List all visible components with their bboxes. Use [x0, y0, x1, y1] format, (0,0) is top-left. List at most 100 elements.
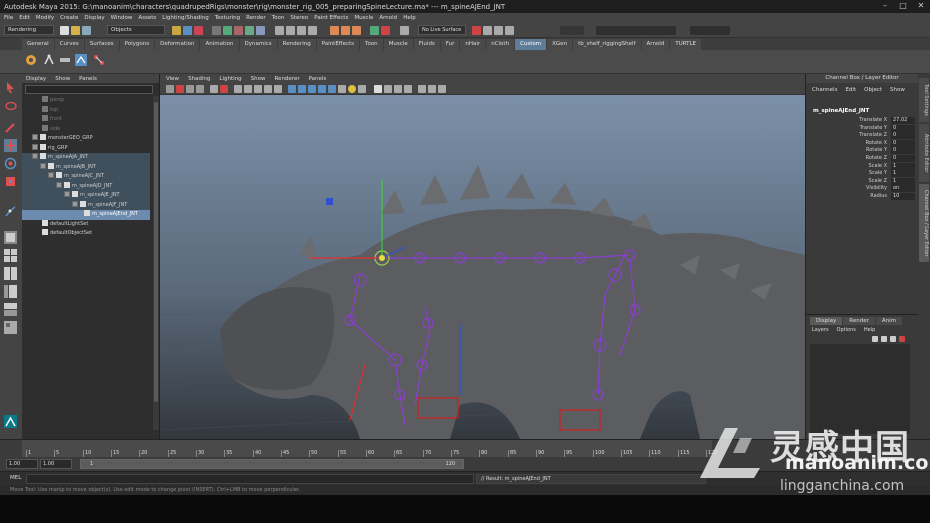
outliner-search-input[interactable]: [25, 85, 153, 94]
outliner-menu-panels[interactable]: Panels: [79, 76, 97, 82]
shadows-icon[interactable]: [338, 85, 346, 93]
soft-select-icon[interactable]: [483, 26, 492, 35]
collapse-icon[interactable]: [72, 200, 78, 207]
camera-attributes-icon[interactable]: [176, 85, 184, 93]
start-time-field[interactable]: 1.00: [6, 459, 38, 469]
attr-scale-x[interactable]: Scale X1: [813, 162, 915, 171]
side-tab-attribute-editor[interactable]: Attribute Editor: [919, 124, 929, 182]
open-scene-icon[interactable]: [71, 26, 80, 35]
shelf-tab-rendering[interactable]: Rendering: [277, 39, 316, 50]
menu-display[interactable]: Display: [84, 15, 104, 21]
shelf-tab-animation[interactable]: Animation: [200, 39, 239, 50]
wireframe-icon[interactable]: [288, 85, 296, 93]
outliner-item-spine-e[interactable]: m_spineAJE_JNT: [22, 191, 150, 201]
grid-icon[interactable]: [210, 85, 218, 93]
bone-icon[interactable]: [58, 53, 72, 67]
layer-tab-render[interactable]: Render: [843, 317, 875, 325]
default-light-icon[interactable]: [348, 85, 356, 93]
cb-menu-channels[interactable]: Channels: [812, 87, 837, 93]
mel-command-input[interactable]: [26, 474, 474, 484]
joint-chain-icon[interactable]: [92, 53, 106, 67]
expand-icon[interactable]: [32, 134, 38, 140]
menu-edit[interactable]: Edit: [19, 15, 30, 21]
attr-scale-y[interactable]: Scale Y1: [813, 170, 915, 178]
shelf-tab-ncloth[interactable]: nCloth: [486, 39, 515, 50]
side-tab-channel-box[interactable]: Channel Box / Layer Editor: [919, 184, 929, 262]
attr-translate-x[interactable]: Translate X 27.02: [813, 117, 915, 125]
select-by-deformation-icon[interactable]: [256, 26, 265, 35]
attr-scale-z[interactable]: Scale Z1: [813, 177, 915, 186]
select-hierarchy-icon[interactable]: [172, 26, 181, 35]
menu-set-dropdown[interactable]: Rendering: [4, 25, 54, 35]
history-icon[interactable]: [381, 26, 390, 35]
shelf-tab-paint-effects[interactable]: PaintEffects: [316, 39, 360, 50]
safe-action-icon[interactable]: [264, 85, 272, 93]
menu-toon[interactable]: Toon: [272, 15, 285, 21]
xray-components-icon[interactable]: [404, 85, 412, 93]
scene-panels-icon[interactable]: [505, 26, 514, 35]
shelf-tab-dynamics[interactable]: Dynamics: [239, 39, 277, 50]
isolate-select-icon[interactable]: [374, 85, 382, 93]
xray-icon[interactable]: [384, 85, 392, 93]
use-all-lights-icon[interactable]: [328, 85, 336, 93]
ipr-render-icon[interactable]: [341, 26, 350, 35]
menu-render[interactable]: Render: [246, 15, 266, 21]
attr-visibility[interactable]: Visibility on: [813, 185, 915, 193]
menu-help[interactable]: Help: [403, 15, 416, 21]
snap-point-icon[interactable]: [297, 26, 306, 35]
resolution-gate-icon[interactable]: [234, 85, 242, 93]
outliner-item-monstergeo-grp[interactable]: monsterGEO_GRP: [32, 134, 93, 144]
shelf-tab-xgen[interactable]: XGen: [547, 39, 573, 50]
shelf-tab-arnold[interactable]: Arnold: [641, 39, 670, 50]
cb-menu-show[interactable]: Show: [890, 87, 905, 93]
outliner-item-default-object-set[interactable]: defaultObjectSet: [42, 229, 92, 239]
layer-menu-help[interactable]: Help: [864, 327, 875, 333]
attr-translate-z[interactable]: Translate Z0: [813, 132, 915, 140]
layer-tab-display[interactable]: Display: [810, 317, 843, 325]
menu-modify[interactable]: Modify: [36, 15, 54, 21]
shelf-tab-surfaces[interactable]: Surfaces: [84, 39, 119, 50]
outliner-item-rig-grp[interactable]: rig_GRP: [32, 143, 67, 154]
outliner-item-front[interactable]: front: [42, 115, 62, 125]
range-slider-bar[interactable]: 1 120: [80, 459, 464, 469]
layer-move-down-icon[interactable]: [881, 336, 887, 342]
menu-assets[interactable]: Assets: [138, 15, 156, 21]
side-tab-tool-settings[interactable]: Tool Settings: [919, 78, 929, 122]
hypershade-layout-icon[interactable]: [3, 320, 18, 335]
smooth-shade-icon[interactable]: [298, 85, 306, 93]
outliner-menu-display[interactable]: Display: [26, 76, 46, 82]
joint-tool-icon[interactable]: [3, 204, 18, 219]
menu-texturing[interactable]: Texturing: [215, 15, 240, 21]
channel-toggle-icon[interactable]: [560, 26, 584, 35]
viewport-menu-lighting[interactable]: Lighting: [219, 76, 241, 82]
render-current-icon[interactable]: [330, 26, 339, 35]
collapse-icon[interactable]: [32, 153, 38, 159]
live-surface-icon[interactable]: [400, 26, 409, 35]
field-chart-icon[interactable]: [254, 85, 262, 93]
four-view-layout-icon[interactable]: [3, 248, 18, 263]
snap-curve-icon[interactable]: [286, 26, 295, 35]
lasso-tool-icon[interactable]: [3, 100, 18, 115]
viewport-menu-show[interactable]: Show: [251, 76, 266, 82]
menu-create[interactable]: Create: [60, 15, 78, 21]
attr-rotate-z[interactable]: Rotate Z0: [813, 155, 915, 163]
new-layer-selected-icon[interactable]: [899, 336, 905, 342]
ambient-occlusion-icon[interactable]: [358, 85, 366, 93]
layer-menu-layers[interactable]: Layers: [812, 327, 829, 333]
select-by-curve-icon[interactable]: [234, 26, 243, 35]
select-tool-icon[interactable]: [3, 80, 18, 95]
shelf-tab-turtle[interactable]: TURTLE: [670, 39, 702, 50]
selection-mode-field[interactable]: Objects: [107, 25, 165, 35]
viewport-3d[interactable]: [160, 95, 805, 439]
shelf-tab-muscle[interactable]: Muscle: [383, 39, 413, 50]
name-field[interactable]: [690, 26, 730, 35]
persp-graph-layout-icon[interactable]: [3, 302, 18, 317]
move-tool-icon[interactable]: [3, 138, 18, 153]
select-by-surface-icon[interactable]: [245, 26, 254, 35]
hypershade-icon[interactable]: [370, 26, 379, 35]
camera-select-icon[interactable]: [166, 85, 174, 93]
single-perspective-layout-icon[interactable]: [3, 230, 18, 245]
live-surface-field[interactable]: No Live Surface: [418, 25, 466, 35]
attr-rotate-y[interactable]: Rotate Y0: [813, 147, 915, 155]
outliner-item-spine-d[interactable]: m_spineAJD_JNT: [22, 181, 150, 191]
